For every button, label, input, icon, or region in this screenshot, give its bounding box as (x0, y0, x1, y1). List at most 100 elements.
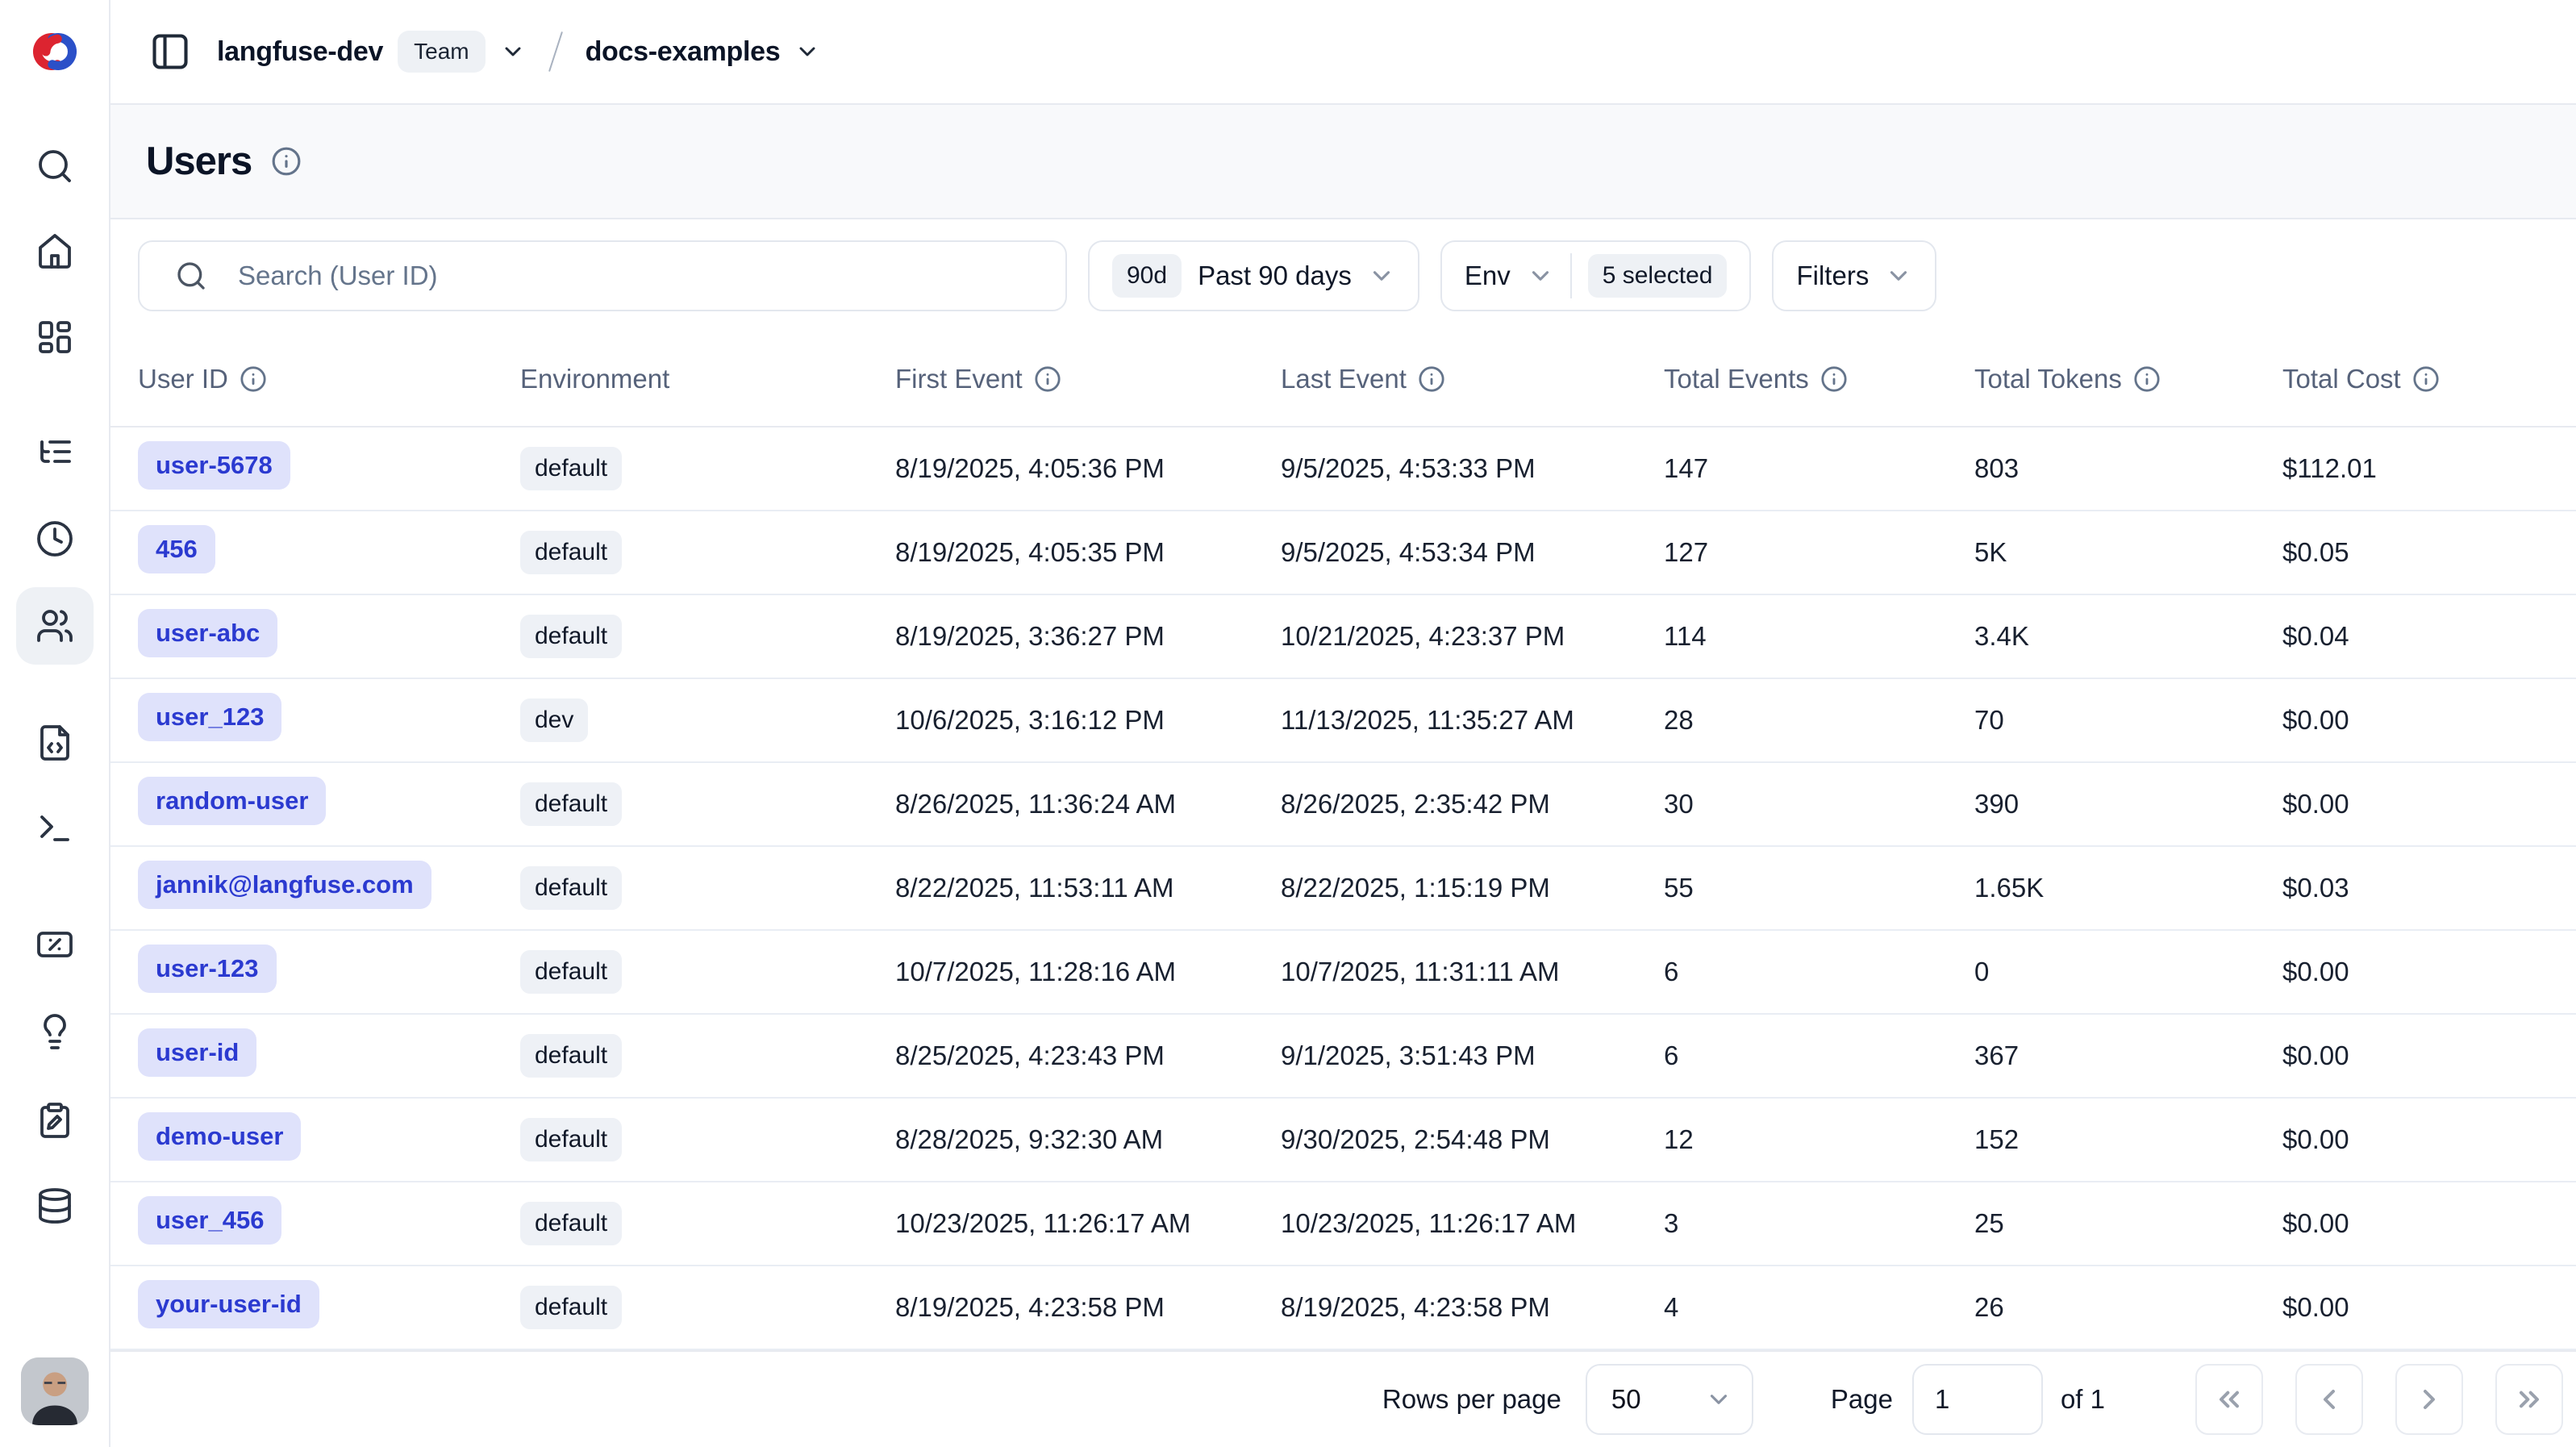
breadcrumb-separator (548, 31, 563, 72)
users-table: User ID Environment First Event Last Eve… (110, 332, 2576, 1350)
environment-badge: default (520, 1034, 622, 1078)
filters-button[interactable]: Filters (1772, 240, 1936, 311)
sidebar-item-playground[interactable] (29, 803, 81, 854)
info-icon[interactable] (271, 146, 302, 177)
sidebar-item-insights[interactable] (29, 1006, 81, 1057)
table-row[interactable]: 456 default 8/19/2025, 4:05:35 PM 9/5/20… (110, 511, 2576, 595)
user-id-badge[interactable]: 456 (138, 525, 215, 573)
info-icon[interactable] (1418, 365, 1445, 393)
column-header-total-cost[interactable]: Total Cost (2282, 364, 2576, 394)
last-event-cell: 8/19/2025, 4:23:58 PM (1281, 1292, 1664, 1323)
next-page-button[interactable] (2395, 1364, 2463, 1435)
sidebar-item-home[interactable] (29, 226, 81, 277)
total-cost-cell: $0.00 (2282, 1208, 2576, 1239)
environment-cell: default (520, 782, 895, 826)
dashboard-icon (35, 318, 74, 357)
table-row[interactable]: user-123 default 10/7/2025, 11:28:16 AM … (110, 931, 2576, 1015)
info-icon[interactable] (1034, 365, 1061, 393)
table-row[interactable]: jannik@langfuse.com default 8/22/2025, 1… (110, 847, 2576, 931)
environment-filter-button[interactable]: Env 5 selected (1440, 240, 1752, 311)
project-switcher[interactable]: docs-examples (586, 36, 821, 68)
environment-cell: dev (520, 698, 895, 742)
search-input[interactable] (138, 240, 1067, 311)
total-events-cell: 6 (1664, 1040, 1974, 1071)
sidebar-item-annotation[interactable] (29, 1095, 81, 1146)
table-row[interactable]: user-5678 default 8/19/2025, 4:05:36 PM … (110, 427, 2576, 511)
table-row[interactable]: user_456 default 10/23/2025, 11:26:17 AM… (110, 1182, 2576, 1266)
total-cost-cell: $0.05 (2282, 537, 2576, 568)
sidebar-item-dashboards[interactable] (29, 311, 81, 363)
last-event-cell: 10/7/2025, 11:31:11 AM (1281, 957, 1664, 987)
info-icon[interactable] (2133, 365, 2161, 393)
sidebar-item-evaluation[interactable] (29, 919, 81, 970)
file-code-icon (35, 724, 74, 762)
total-events-cell: 127 (1664, 537, 1974, 568)
sidebar-item-tracing[interactable] (29, 426, 81, 477)
page-total-label: of 1 (2061, 1384, 2105, 1415)
org-name: langfuse-dev (217, 36, 383, 68)
column-header-first-event[interactable]: First Event (895, 364, 1281, 394)
user-id-cell: jannik@langfuse.com (138, 861, 520, 915)
user-id-badge[interactable]: user-5678 (138, 441, 290, 490)
last-event-cell: 8/22/2025, 1:15:19 PM (1281, 873, 1664, 903)
total-cost-cell: $0.04 (2282, 621, 2576, 652)
last-page-button[interactable] (2495, 1364, 2563, 1435)
user-id-badge[interactable]: jannik@langfuse.com (138, 861, 431, 909)
rows-per-page-select[interactable]: 50 (1586, 1364, 1753, 1435)
user-id-cell: user-abc (138, 609, 520, 664)
user-avatar[interactable] (21, 1357, 89, 1425)
sidebar-item-search[interactable] (29, 140, 81, 192)
user-id-badge[interactable]: user-abc (138, 609, 277, 657)
info-icon[interactable] (2412, 365, 2440, 393)
sidebar-item-sessions[interactable] (29, 513, 81, 565)
sidebar-toggle-button[interactable] (148, 29, 193, 74)
users-icon (35, 607, 74, 645)
first-page-button[interactable] (2195, 1364, 2263, 1435)
column-header-total-events[interactable]: Total Events (1664, 364, 1974, 394)
user-id-badge[interactable]: demo-user (138, 1112, 301, 1161)
info-icon[interactable] (240, 365, 267, 393)
sidebar-item-datasets[interactable] (29, 1180, 81, 1232)
column-header-total-tokens[interactable]: Total Tokens (1974, 364, 2282, 394)
first-event-cell: 8/22/2025, 11:53:11 AM (895, 873, 1281, 903)
user-id-cell: 456 (138, 525, 520, 580)
panel-left-icon (149, 31, 191, 73)
table-row[interactable]: user-id default 8/25/2025, 4:23:43 PM 9/… (110, 1015, 2576, 1099)
chevron-left-icon (2313, 1383, 2345, 1416)
lightbulb-icon (35, 1012, 74, 1051)
chevron-right-icon (2413, 1383, 2445, 1416)
sidebar-item-prompts[interactable] (29, 717, 81, 769)
column-header-last-event[interactable]: Last Event (1281, 364, 1664, 394)
previous-page-button[interactable] (2295, 1364, 2363, 1435)
page-number-input[interactable] (1912, 1364, 2043, 1435)
user-id-badge[interactable]: random-user (138, 777, 326, 825)
total-tokens-cell: 3.4K (1974, 621, 2282, 652)
first-event-cell: 8/25/2025, 4:23:43 PM (895, 1040, 1281, 1071)
date-range-button[interactable]: 90d Past 90 days (1088, 240, 1419, 311)
table-row[interactable]: user_123 dev 10/6/2025, 3:16:12 PM 11/13… (110, 679, 2576, 763)
table-row[interactable]: random-user default 8/26/2025, 11:36:24 … (110, 763, 2576, 847)
column-header-user-id[interactable]: User ID (138, 364, 520, 394)
user-id-cell: user_123 (138, 693, 520, 748)
table-row[interactable]: your-user-id default 8/19/2025, 4:23:58 … (110, 1266, 2576, 1350)
user-id-badge[interactable]: user_456 (138, 1196, 281, 1245)
date-range-badge: 90d (1112, 254, 1182, 298)
user-id-badge[interactable]: user-123 (138, 945, 277, 993)
sidebar-item-users[interactable] (16, 587, 94, 665)
user-id-badge[interactable]: your-user-id (138, 1280, 319, 1328)
filters-label: Filters (1796, 261, 1869, 291)
page-label: Page (1831, 1384, 1893, 1415)
info-icon[interactable] (1820, 365, 1848, 393)
org-switcher[interactable]: langfuse-dev Team (217, 31, 526, 73)
table-row[interactable]: user-abc default 8/19/2025, 3:36:27 PM 1… (110, 595, 2576, 679)
terminal-icon (35, 809, 74, 848)
last-event-cell: 10/23/2025, 11:26:17 AM (1281, 1208, 1664, 1239)
user-id-cell: user-5678 (138, 441, 520, 496)
user-id-badge[interactable]: user-id (138, 1028, 256, 1077)
last-event-cell: 9/1/2025, 3:51:43 PM (1281, 1040, 1664, 1071)
table-row[interactable]: demo-user default 8/28/2025, 9:32:30 AM … (110, 1099, 2576, 1182)
column-header-environment[interactable]: Environment (520, 364, 895, 394)
total-cost-cell: $0.00 (2282, 957, 2576, 987)
user-id-badge[interactable]: user_123 (138, 693, 281, 741)
first-event-cell: 8/19/2025, 3:36:27 PM (895, 621, 1281, 652)
